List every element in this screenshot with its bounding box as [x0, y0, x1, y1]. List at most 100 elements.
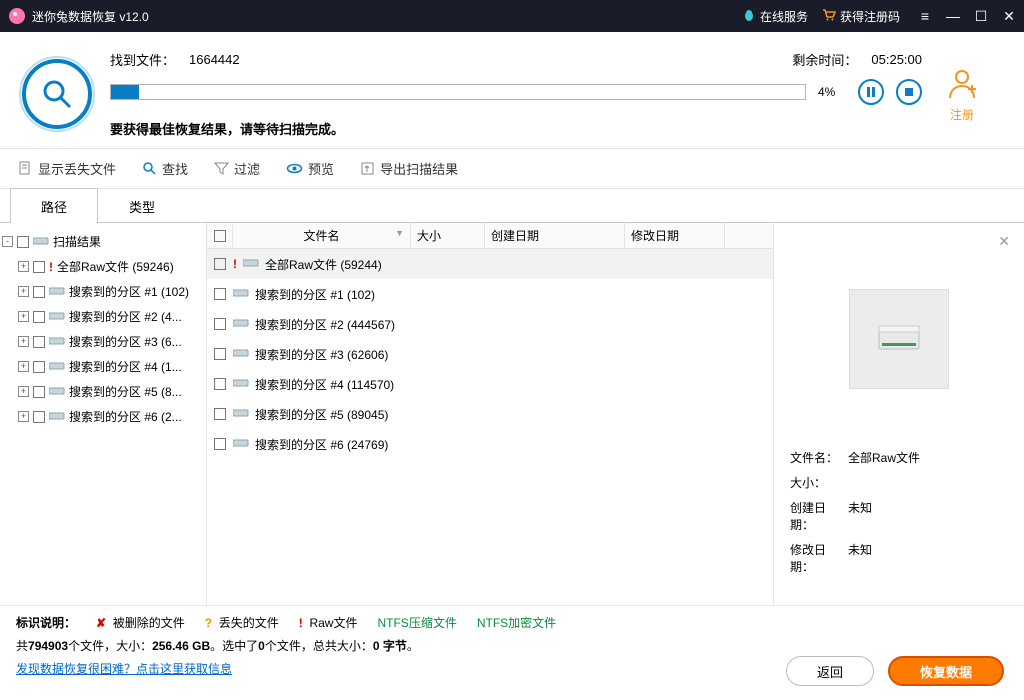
row-label: 搜索到的分区 #1 (102)	[255, 286, 375, 303]
row-label: 搜索到的分区 #6 (24769)	[255, 436, 388, 453]
tree-root[interactable]: - 扫描结果	[2, 229, 204, 254]
get-regcode-link[interactable]: 获得注册码	[822, 8, 900, 25]
preview-cdate-value: 未知	[848, 499, 872, 533]
filter-button[interactable]: 过滤	[214, 159, 260, 178]
legend-label: 标识说明：	[16, 614, 76, 631]
drive-icon	[49, 360, 65, 374]
pause-button[interactable]	[858, 79, 884, 105]
checkbox[interactable]	[33, 336, 45, 348]
legend-raw: ! Raw文件	[299, 614, 358, 631]
minimize-button[interactable]: —	[946, 8, 960, 24]
app-title: 迷你兔数据恢复 v12.0	[32, 8, 742, 25]
row-checkbox[interactable]	[214, 258, 226, 270]
tree-panel: - 扫描结果 +!全部Raw文件 (59246)+搜索到的分区 #1 (102)…	[0, 223, 207, 605]
preview-size-label: 大小：	[790, 474, 848, 491]
tree-item[interactable]: + 搜索到的分区 #4 (1...	[2, 354, 204, 379]
collapse-icon[interactable]: -	[2, 236, 13, 247]
col-filename[interactable]: 文件名▼	[233, 223, 411, 249]
checkbox[interactable]	[17, 236, 29, 248]
checkbox[interactable]	[33, 386, 45, 398]
row-label: 全部Raw文件 (59244)	[265, 256, 382, 273]
select-all-checkbox[interactable]	[214, 230, 226, 242]
recover-button[interactable]: 恢复数据	[888, 656, 1004, 686]
title-bar: 迷你兔数据恢复 v12.0 在线服务 获得注册码 ≡ — ☐ ✕	[0, 0, 1024, 32]
expand-icon[interactable]: +	[18, 336, 29, 347]
register-button[interactable]: 注册	[922, 66, 1002, 123]
legend-ntfs-enc: NTFS加密文件	[477, 614, 556, 631]
col-cdate[interactable]: 创建日期	[485, 223, 625, 249]
legend-lost: ? 丢失的文件	[205, 614, 279, 631]
tree-item[interactable]: +!全部Raw文件 (59246)	[2, 254, 204, 279]
show-lost-button[interactable]: 显示丢失文件	[18, 159, 116, 178]
drive-icon	[243, 257, 259, 271]
export-button[interactable]: 导出扫描结果	[360, 159, 458, 178]
expand-icon[interactable]: +	[18, 311, 29, 322]
checkbox[interactable]	[33, 286, 45, 298]
raw-mark-icon: !	[233, 257, 237, 271]
row-checkbox[interactable]	[214, 408, 226, 420]
row-checkbox[interactable]	[214, 288, 226, 300]
tab-path[interactable]: 路径	[10, 188, 98, 223]
expand-icon[interactable]: +	[18, 386, 29, 397]
checkbox[interactable]	[33, 311, 45, 323]
remaining-label: 剩余时间：	[792, 50, 857, 69]
help-link[interactable]: 发现数据恢复很困难？点击这里获取信息	[16, 662, 232, 676]
expand-icon[interactable]: +	[18, 361, 29, 372]
tree-item-label: 搜索到的分区 #5 (8...	[69, 383, 182, 400]
row-label: 搜索到的分区 #5 (89045)	[255, 406, 388, 423]
checkbox[interactable]	[33, 361, 45, 373]
find-button[interactable]: 查找	[142, 159, 188, 178]
online-service-link[interactable]: 在线服务	[742, 8, 808, 25]
drive-icon	[49, 385, 65, 399]
tree-item-label: 搜索到的分区 #1 (102)	[69, 283, 189, 300]
row-checkbox[interactable]	[214, 348, 226, 360]
list-row[interactable]: 搜索到的分区 #4 (114570)	[207, 369, 773, 399]
col-size[interactable]: 大小	[411, 223, 485, 249]
tab-type[interactable]: 类型	[98, 188, 186, 223]
list-row[interactable]: 搜索到的分区 #1 (102)	[207, 279, 773, 309]
checkbox[interactable]	[33, 261, 45, 273]
tree-item[interactable]: + 搜索到的分区 #1 (102)	[2, 279, 204, 304]
maximize-button[interactable]: ☐	[974, 8, 988, 25]
menu-icon[interactable]: ≡	[918, 8, 932, 24]
row-checkbox[interactable]	[214, 318, 226, 330]
found-count: 1664442	[189, 52, 240, 67]
list-row[interactable]: 搜索到的分区 #3 (62606)	[207, 339, 773, 369]
tree-item-label: 全部Raw文件 (59246)	[57, 258, 174, 275]
list-row[interactable]: 搜索到的分区 #6 (24769)	[207, 429, 773, 459]
expand-icon[interactable]: +	[18, 261, 29, 272]
drive-icon	[33, 235, 49, 249]
preview-button[interactable]: 预览	[286, 159, 334, 178]
penguin-icon	[742, 8, 756, 25]
tree-item-label: 搜索到的分区 #4 (1...	[69, 358, 182, 375]
list-row[interactable]: 搜索到的分区 #5 (89045)	[207, 399, 773, 429]
back-button[interactable]: 返回	[786, 656, 874, 686]
list-row[interactable]: 搜索到的分区 #2 (444567)	[207, 309, 773, 339]
expand-icon[interactable]: +	[18, 286, 29, 297]
close-preview-icon[interactable]: ✕	[998, 233, 1010, 250]
found-label: 找到文件：	[110, 50, 175, 69]
preview-thumbnail	[849, 289, 949, 389]
tree-item[interactable]: +搜索到的分区 #2 (4...	[2, 304, 204, 329]
tabs: 路径 类型	[0, 189, 1024, 223]
tree-item[interactable]: + 搜索到的分区 #5 (8...	[2, 379, 204, 404]
row-checkbox[interactable]	[214, 438, 226, 450]
toolbar: 显示丢失文件 查找 过滤 预览 导出扫描结果	[0, 149, 1024, 189]
scanning-icon	[22, 59, 92, 129]
app-logo-icon	[8, 7, 26, 25]
list-row[interactable]: ! 全部Raw文件 (59244)	[207, 249, 773, 279]
close-button[interactable]: ✕	[1002, 8, 1016, 25]
file-list: 文件名▼ 大小 创建日期 修改日期 ! 全部Raw文件 (59244) 搜索到的分区…	[207, 223, 774, 605]
preview-panel: ✕ 文件名：全部Raw文件 大小： 创建日期：未知 修改日期：未知	[774, 223, 1024, 605]
drive-icon	[233, 347, 249, 361]
checkbox[interactable]	[33, 411, 45, 423]
preview-filename-value: 全部Raw文件	[848, 449, 920, 466]
scan-header: 找到文件： 1664442 剩余时间： 05:25:00 4% 要获得最佳恢复结…	[0, 32, 1024, 149]
expand-icon[interactable]: +	[18, 411, 29, 422]
tree-item[interactable]: +搜索到的分区 #6 (2...	[2, 404, 204, 429]
stop-button[interactable]	[896, 79, 922, 105]
row-checkbox[interactable]	[214, 378, 226, 390]
drive-icon	[49, 410, 65, 424]
col-mdate[interactable]: 修改日期	[625, 223, 725, 249]
tree-item[interactable]: +搜索到的分区 #3 (6...	[2, 329, 204, 354]
